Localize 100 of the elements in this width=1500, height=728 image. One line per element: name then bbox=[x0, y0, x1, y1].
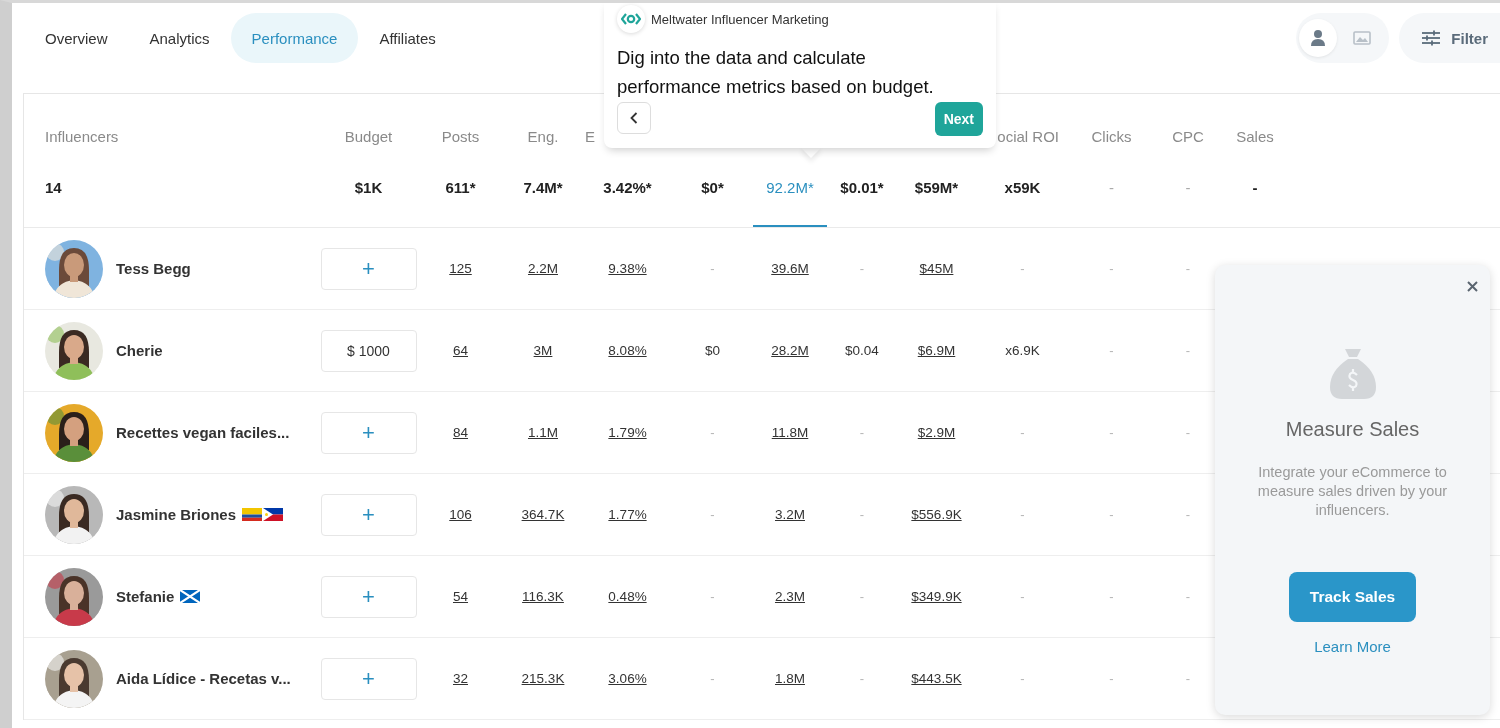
metric-link[interactable]: 215.3K bbox=[521, 671, 565, 686]
flag-icon bbox=[242, 508, 263, 521]
metric-link[interactable]: 2.2M bbox=[528, 261, 558, 276]
popup-message: Dig into the data and calculate performance metrics based on budget. bbox=[617, 46, 935, 99]
column-header[interactable]: ocial ROI bbox=[997, 127, 1059, 145]
chevron-left-icon bbox=[630, 112, 638, 124]
tab[interactable]: Affiliates bbox=[358, 13, 457, 63]
table-cell: - bbox=[710, 671, 715, 686]
table-cell: - bbox=[1020, 425, 1025, 440]
metric-link[interactable]: 2.3M bbox=[775, 589, 805, 604]
metric-link[interactable]: $6.9M bbox=[917, 343, 956, 358]
table-cell: - bbox=[1185, 343, 1191, 358]
metric-link[interactable]: 39.6M bbox=[771, 261, 809, 276]
metric-link[interactable]: 1.79% bbox=[608, 425, 647, 440]
flag-icon bbox=[180, 590, 201, 603]
view-toggle[interactable] bbox=[1296, 13, 1390, 63]
column-header[interactable]: Clicks bbox=[1091, 127, 1132, 145]
influencer-name[interactable]: Aida Lídice - Recetas v... bbox=[116, 670, 291, 687]
table-cell: - bbox=[859, 261, 865, 276]
metric-link[interactable]: 9.38% bbox=[608, 261, 647, 276]
metric-link[interactable]: $349.9K bbox=[911, 589, 962, 604]
table-cell: - bbox=[710, 425, 715, 440]
metric-link[interactable]: $556.9K bbox=[911, 507, 962, 522]
influencer-name[interactable]: Stefanie bbox=[116, 588, 175, 605]
metric-link[interactable]: 364.7K bbox=[521, 507, 565, 522]
budget-field[interactable]: $ 1000 bbox=[320, 329, 417, 372]
total-value: $1K bbox=[354, 179, 383, 196]
table-cell: - bbox=[1020, 507, 1025, 522]
influencer-name[interactable]: Jasmine Briones bbox=[116, 506, 237, 523]
add-budget-button[interactable]: + bbox=[320, 657, 417, 700]
tab[interactable]: Analytics bbox=[128, 13, 231, 63]
metric-link[interactable]: 1.1M bbox=[528, 425, 558, 440]
tab[interactable]: Overview bbox=[24, 13, 129, 63]
column-header[interactable]: Posts bbox=[441, 127, 480, 145]
total-value: $0.01* bbox=[840, 179, 884, 196]
logo-icon bbox=[621, 13, 641, 25]
add-budget-button[interactable]: + bbox=[320, 493, 417, 536]
metric-link[interactable]: 3M bbox=[533, 343, 553, 358]
add-budget-button[interactable]: + bbox=[320, 247, 417, 290]
total-value: 92.2M* bbox=[766, 179, 814, 196]
metric-link[interactable]: 125 bbox=[449, 261, 472, 276]
panel-description: Integrate your eCommerce to measure sales driven by your influencers. bbox=[1256, 463, 1449, 520]
table-cell: - bbox=[1185, 589, 1191, 604]
table-cell: - bbox=[1109, 507, 1114, 522]
total-value: - bbox=[1109, 179, 1114, 196]
person-icon bbox=[1310, 29, 1327, 47]
add-budget-button[interactable]: + bbox=[320, 411, 417, 454]
table-cell: - bbox=[1185, 261, 1191, 276]
table-cell: - bbox=[859, 425, 865, 440]
metric-link[interactable]: 64 bbox=[453, 343, 468, 358]
close-button[interactable] bbox=[1465, 279, 1480, 294]
table-cell: - bbox=[1020, 671, 1025, 686]
metric-link[interactable]: 1.8M bbox=[775, 671, 805, 686]
metric-link[interactable]: 106 bbox=[449, 507, 472, 522]
metric-link[interactable]: $443.5K bbox=[911, 671, 962, 686]
add-budget-button[interactable]: + bbox=[320, 575, 417, 618]
table-cell: - bbox=[1109, 425, 1114, 440]
table-cell: - bbox=[859, 589, 865, 604]
panel-title: Measure Sales bbox=[1285, 418, 1420, 441]
table-cell: - bbox=[1109, 261, 1114, 276]
metric-link[interactable]: 1.77% bbox=[608, 507, 647, 522]
metric-link[interactable]: $2.9M bbox=[917, 425, 956, 440]
table-cell: - bbox=[1185, 671, 1191, 686]
metric-link[interactable]: 3.2M bbox=[775, 507, 805, 522]
metric-link[interactable]: 0.48% bbox=[608, 589, 647, 604]
table-cell: - bbox=[710, 589, 715, 604]
table-cell: - bbox=[710, 507, 715, 522]
table-cell: - bbox=[1109, 589, 1114, 604]
brand-name: Meltwater Influencer Marketing bbox=[651, 11, 829, 27]
flag-icon bbox=[263, 508, 284, 521]
table-cell: x6.9K bbox=[1005, 343, 1040, 358]
total-value: 14 bbox=[45, 179, 62, 196]
influencer-name[interactable]: Tess Begg bbox=[116, 260, 191, 277]
table-cell: - bbox=[1109, 343, 1114, 358]
column-header[interactable]: CPC bbox=[1172, 127, 1204, 145]
filter-button[interactable]: Filter bbox=[1399, 13, 1500, 63]
influencer-name[interactable]: Recettes vegan faciles... bbox=[116, 424, 290, 441]
column-header[interactable]: Budget bbox=[344, 127, 393, 145]
column-header[interactable]: Sales bbox=[1236, 127, 1274, 145]
metric-link[interactable]: 8.08% bbox=[608, 343, 647, 358]
influencer-name[interactable]: Cherie bbox=[116, 342, 163, 359]
metric-link[interactable]: 32 bbox=[453, 671, 468, 686]
metric-link[interactable]: 28.2M bbox=[771, 343, 809, 358]
total-value: x59K bbox=[1004, 179, 1041, 196]
metric-link[interactable]: 54 bbox=[453, 589, 468, 604]
close-icon bbox=[1467, 281, 1478, 292]
total-value: 611* bbox=[445, 179, 476, 196]
metric-link[interactable]: 3.06% bbox=[608, 671, 647, 686]
sliders-icon bbox=[1421, 30, 1442, 46]
total-value: $59M* bbox=[914, 179, 959, 196]
total-value: $0* bbox=[701, 179, 724, 196]
table-cell: - bbox=[1109, 671, 1114, 686]
metric-link[interactable]: 116.3K bbox=[522, 589, 564, 604]
total-value: - bbox=[1252, 179, 1258, 196]
metric-link[interactable]: $45M bbox=[919, 261, 954, 276]
total-value: 7.4M* bbox=[523, 179, 563, 196]
view-option[interactable] bbox=[1299, 19, 1338, 57]
metric-link[interactable]: 84 bbox=[453, 425, 468, 440]
table-cell: - bbox=[1020, 589, 1025, 604]
metric-link[interactable]: 11.8M bbox=[771, 425, 809, 440]
